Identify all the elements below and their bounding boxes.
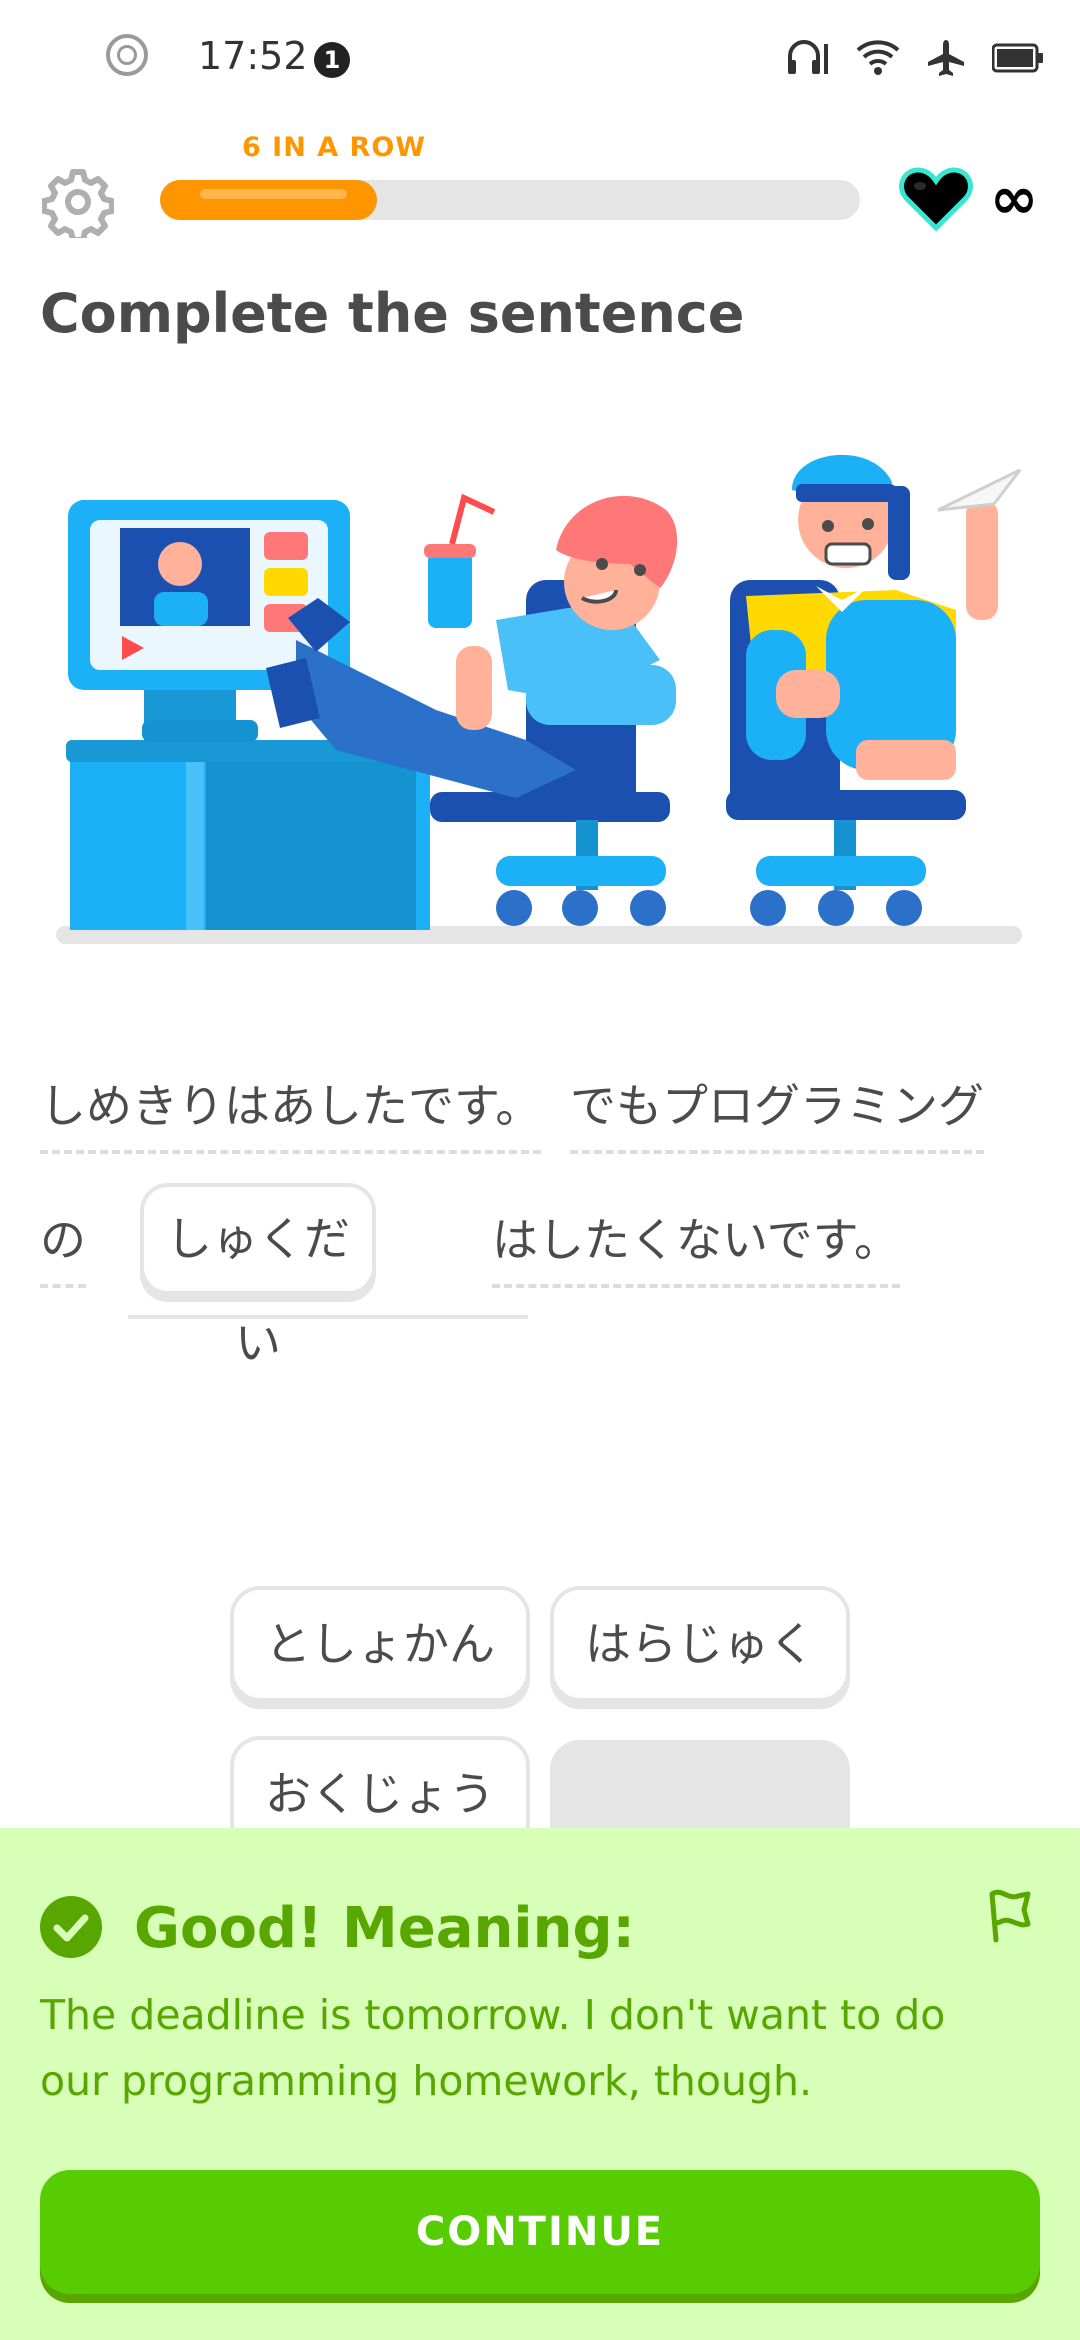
- streak-label: 6 IN A ROW: [242, 132, 427, 163]
- status-icons: [786, 36, 1044, 80]
- sentence-word[interactable]: の: [40, 1204, 86, 1288]
- status-time: 17:52: [198, 34, 308, 78]
- sentence-word[interactable]: しめきりはあしたです。: [40, 1070, 542, 1154]
- selected-answer-chip[interactable]: しゅくだい: [140, 1183, 376, 1370]
- answer-blank-line: [128, 1315, 528, 1319]
- wifi-icon: [856, 40, 900, 75]
- report-flag-icon[interactable]: [984, 1888, 1034, 1944]
- feedback-title: Good! Meaning:: [134, 1896, 635, 1961]
- continue-button[interactable]: CONTINUE: [40, 2170, 1040, 2294]
- notification-badge: 1: [314, 42, 350, 78]
- lesson-progress-bar: [160, 180, 860, 220]
- airplane-icon: [928, 40, 964, 76]
- hearts-count: ∞: [989, 164, 1039, 232]
- check-circle-icon: [40, 1896, 102, 1958]
- progress-shine: [200, 189, 347, 199]
- office-characters-illustration: [56, 454, 1022, 944]
- prompt-title: Complete the sentence: [40, 282, 745, 345]
- word-bank-option[interactable]: としょかん: [230, 1586, 530, 1702]
- heart-icon[interactable]: [898, 166, 974, 232]
- sentence-word[interactable]: はしたくないです。: [492, 1204, 901, 1288]
- word-bank-option[interactable]: はらじゅく: [550, 1586, 850, 1702]
- status-bar: 17:52 1: [0, 0, 1080, 120]
- battery-icon: [992, 43, 1043, 73]
- sentence-word[interactable]: でもプログラミング: [570, 1070, 984, 1154]
- settings-gear-icon[interactable]: [42, 166, 114, 238]
- circle-icon: [106, 34, 148, 76]
- progress-fill: [160, 180, 377, 220]
- headset-signal-icon: [788, 40, 828, 74]
- feedback-translation: The deadline is tomorrow. I don't want t…: [40, 1991, 946, 2105]
